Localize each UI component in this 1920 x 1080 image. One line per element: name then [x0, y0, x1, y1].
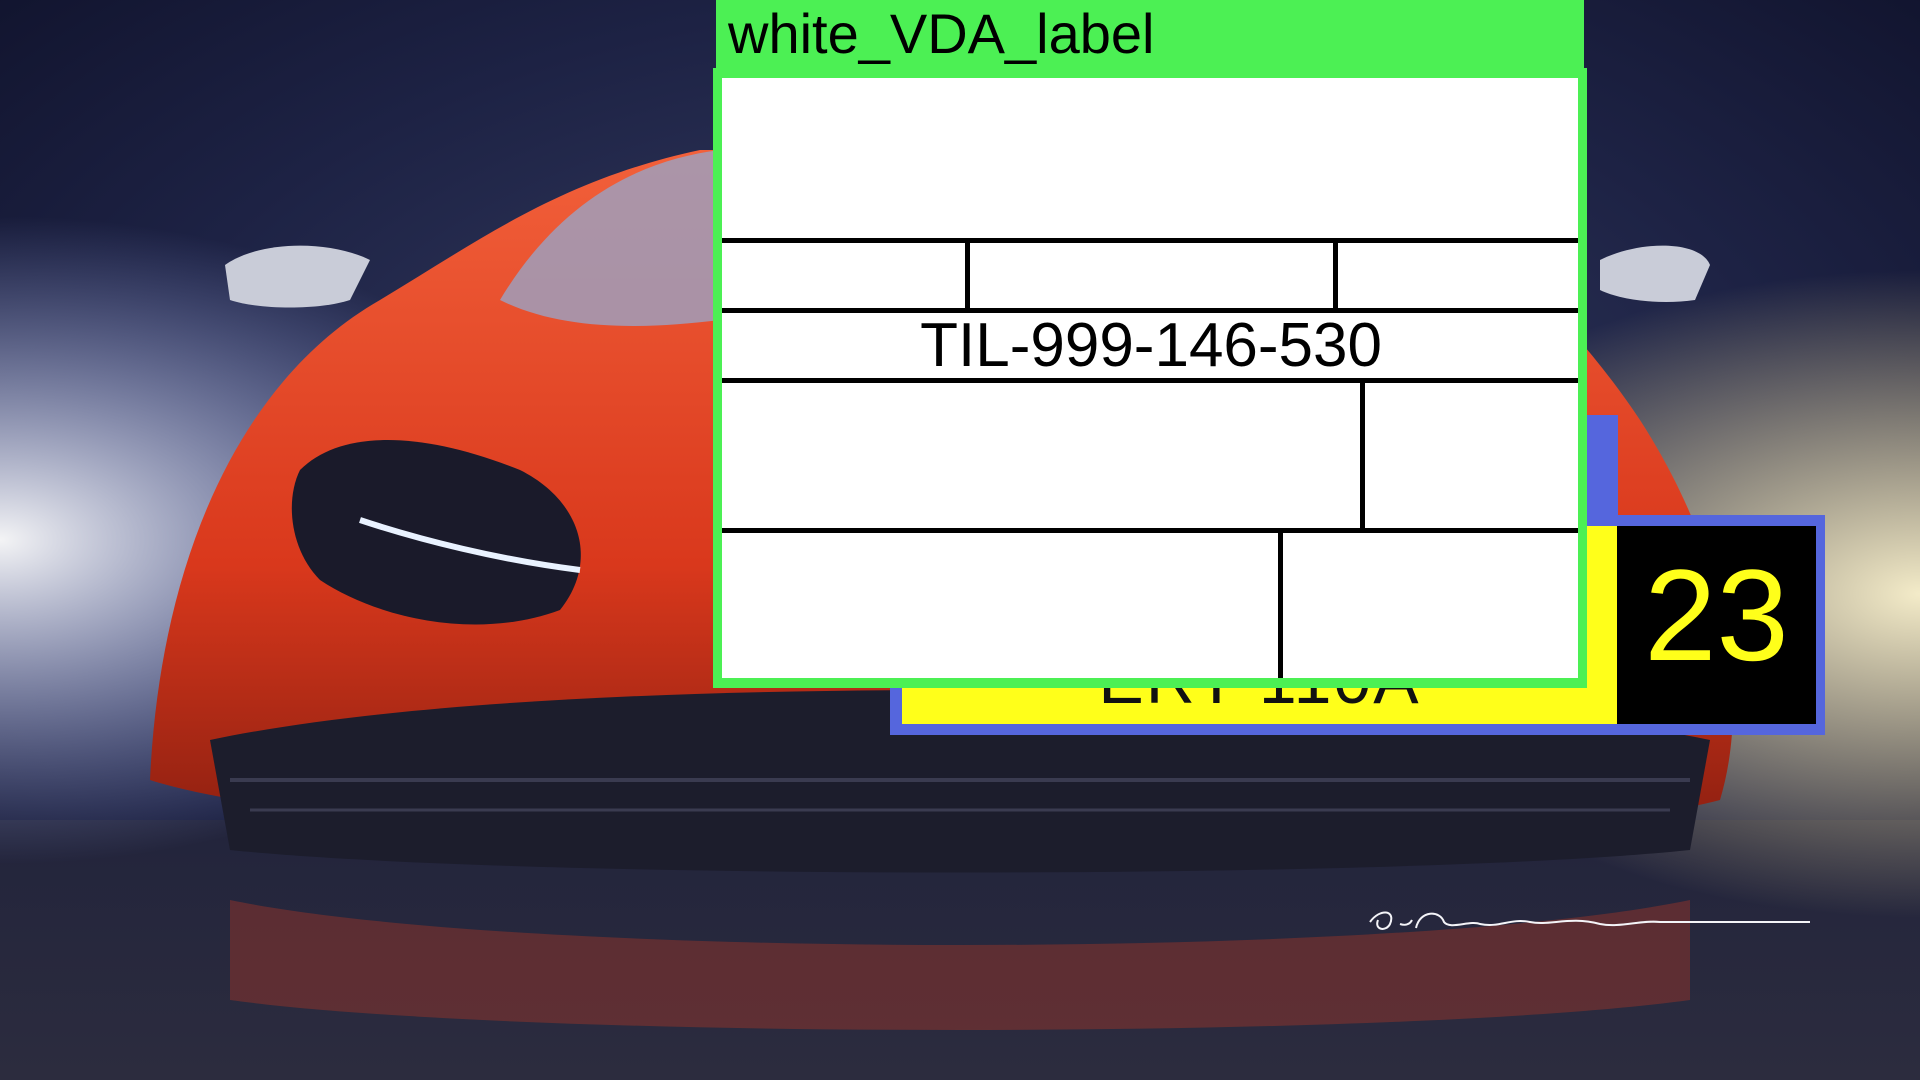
label-code: TIL-999-146-530 — [920, 311, 1382, 380]
label-divider — [1278, 530, 1283, 678]
plate-number: 23 — [1644, 542, 1789, 688]
label-divider — [965, 240, 970, 310]
label-divider — [722, 528, 1578, 533]
label-divider — [722, 378, 1578, 383]
artist-signature — [1369, 911, 1810, 930]
label-divider — [1333, 240, 1338, 310]
label-title: white_VDA_label — [728, 2, 1155, 65]
label-divider — [722, 238, 1578, 243]
label-divider — [1360, 380, 1365, 530]
